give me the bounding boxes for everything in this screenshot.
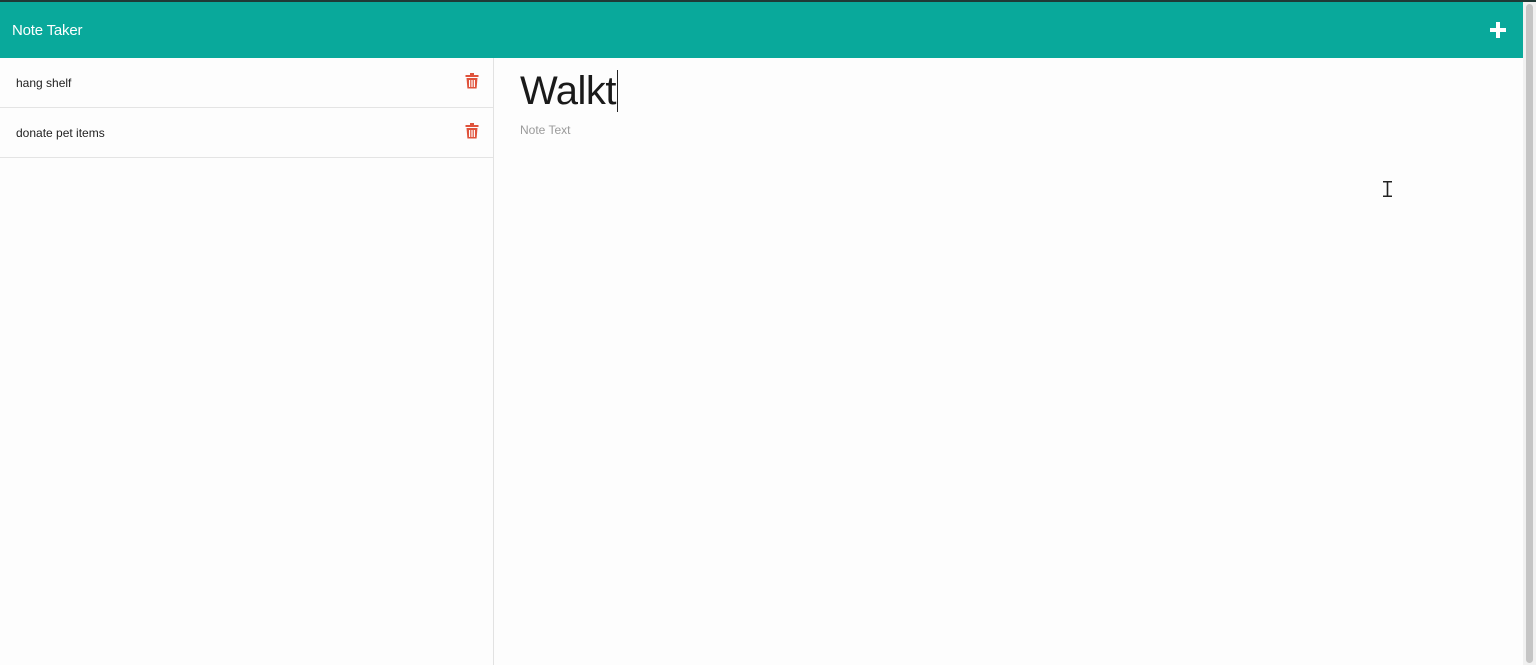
note-item-title: hang shelf bbox=[16, 75, 72, 90]
note-title-value: Walkt bbox=[520, 68, 617, 113]
app-window: Note Taker hang shelf donate pet items W… bbox=[0, 0, 1536, 665]
note-list: hang shelf donate pet items bbox=[0, 58, 493, 158]
text-caret bbox=[617, 70, 619, 112]
trash-icon[interactable] bbox=[465, 72, 479, 89]
new-note-button[interactable] bbox=[1487, 19, 1509, 41]
note-list-panel: hang shelf donate pet items bbox=[0, 58, 494, 665]
note-text-area[interactable]: Note Text bbox=[520, 123, 570, 137]
page-scrollbar[interactable] bbox=[1523, 2, 1536, 665]
note-item-title: donate pet items bbox=[16, 125, 105, 140]
note-list-item[interactable]: hang shelf bbox=[0, 58, 493, 108]
scrollbar-thumb[interactable] bbox=[1526, 4, 1533, 663]
note-list-item[interactable]: donate pet items bbox=[0, 108, 493, 158]
note-title-input[interactable]: Walkt bbox=[520, 66, 619, 116]
trash-icon[interactable] bbox=[465, 122, 479, 139]
app-title: Note Taker bbox=[12, 21, 83, 39]
navbar: Note Taker bbox=[0, 2, 1523, 58]
plus-icon bbox=[1490, 22, 1506, 38]
note-editor: Walkt Note Text bbox=[494, 58, 1523, 665]
i-beam-cursor-icon bbox=[1383, 181, 1392, 197]
